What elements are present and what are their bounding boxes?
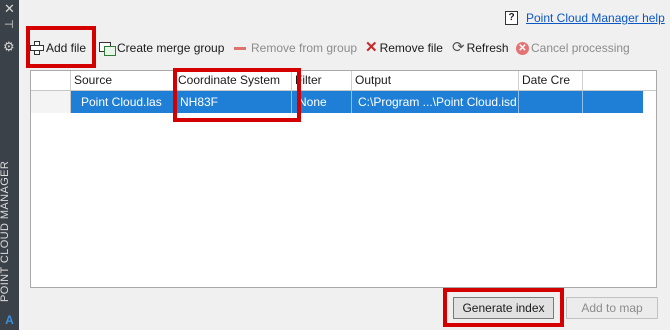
row-header[interactable] bbox=[31, 91, 71, 113]
merge-group-icon bbox=[99, 41, 116, 56]
remove-file-label: Remove file bbox=[379, 41, 443, 55]
palette-title: POINT CLOUD MANAGER bbox=[0, 160, 11, 302]
column-header-output[interactable]: Output bbox=[352, 71, 519, 90]
row-header-corner bbox=[31, 71, 71, 90]
refresh-icon: ⟳ bbox=[452, 39, 465, 56]
cancel-processing-button[interactable]: ✕ Cancel processing bbox=[516, 38, 630, 58]
remove-x-icon: ✕ bbox=[365, 39, 378, 56]
cancel-icon: ✕ bbox=[516, 41, 529, 55]
cancel-processing-label: Cancel processing bbox=[531, 41, 630, 55]
add-file-label: Add file bbox=[46, 41, 87, 55]
remove-from-group-button[interactable]: Remove from group bbox=[234, 38, 357, 58]
help-question-icon: ? bbox=[505, 11, 518, 25]
cell-source[interactable]: Point Cloud.las bbox=[71, 91, 175, 113]
help-link[interactable]: Point Cloud Manager help bbox=[526, 11, 665, 25]
remove-file-button[interactable]: ✕ Remove file bbox=[365, 38, 443, 58]
create-merge-group-button[interactable]: Create merge group bbox=[99, 38, 224, 58]
column-header-coordinate-system[interactable]: Coordinate System bbox=[175, 71, 292, 90]
cell-date-created[interactable] bbox=[519, 91, 583, 113]
help-area: ? Point Cloud Manager help bbox=[505, 10, 665, 26]
plus-icon bbox=[30, 41, 44, 55]
remove-from-group-label: Remove from group bbox=[251, 41, 358, 55]
create-merge-group-label: Create merge group bbox=[117, 41, 225, 55]
close-icon[interactable]: ✕ bbox=[4, 2, 15, 15]
generate-index-button[interactable]: Generate index bbox=[453, 297, 554, 319]
pin-icon[interactable]: ⊣ bbox=[4, 20, 14, 31]
autocad-logo-icon: A bbox=[5, 313, 14, 327]
add-to-map-button[interactable]: Add to map bbox=[566, 297, 658, 319]
point-cloud-grid[interactable]: Source Coordinate System Filter Output D… bbox=[30, 70, 657, 288]
minus-icon bbox=[234, 46, 246, 50]
table-row[interactable]: Point Cloud.las NH83F None C:\Program ..… bbox=[31, 91, 656, 113]
cell-filter[interactable]: None bbox=[292, 91, 352, 113]
gear-icon[interactable]: ⚙ bbox=[3, 40, 15, 53]
cell-output[interactable]: C:\Program ...\Point Cloud.isd bbox=[352, 91, 519, 113]
palette-strip: ✕ ⊣ ⚙ POINT CLOUD MANAGER A bbox=[0, 0, 19, 330]
add-file-button[interactable]: Add file bbox=[30, 38, 86, 58]
refresh-label: Refresh bbox=[466, 41, 509, 55]
cell-coordinate-system[interactable]: NH83F bbox=[175, 91, 292, 113]
grid-header: Source Coordinate System Filter Output D… bbox=[31, 71, 656, 91]
refresh-button[interactable]: ⟳ Refresh bbox=[452, 38, 509, 58]
column-header-source[interactable]: Source bbox=[71, 71, 175, 90]
column-header-filter[interactable]: Filter bbox=[292, 71, 352, 90]
column-header-date-created[interactable]: Date Cre bbox=[519, 71, 583, 90]
